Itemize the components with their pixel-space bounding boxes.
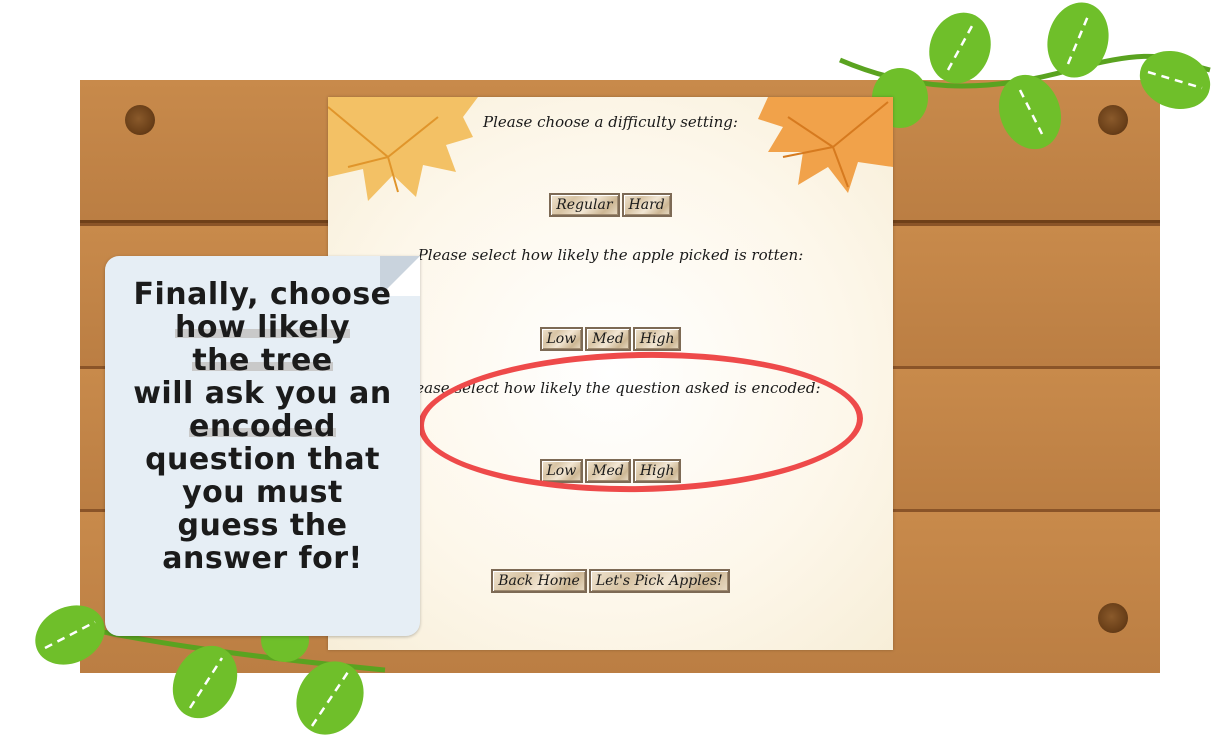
- rotten-low-button[interactable]: Low: [539, 327, 584, 351]
- rotten-high-button[interactable]: High: [632, 327, 682, 351]
- tutorial-line: will ask you an: [133, 376, 392, 411]
- tutorial-line: guess the: [177, 508, 348, 543]
- tutorial-line: answer for!: [162, 541, 363, 576]
- lets-pick-apples-button[interactable]: Let's Pick Apples!: [588, 569, 730, 593]
- tutorial-line: the tree: [105, 343, 420, 378]
- tutorial-line-text: how likely: [174, 310, 351, 345]
- rotten-med-button[interactable]: Med: [585, 327, 631, 351]
- tutorial-line: question that: [145, 442, 380, 477]
- back-home-button[interactable]: Back Home: [491, 569, 587, 593]
- autumn-leaf-icon: [758, 97, 893, 193]
- nail-icon: [125, 105, 155, 135]
- tutorial-line: how likely: [105, 310, 420, 345]
- tutorial-line-text: the tree: [192, 343, 333, 378]
- tutorial-text: Finally, choose how likely the tree will…: [105, 278, 420, 575]
- difficulty-prompt: Please choose a difficulty setting:: [483, 113, 738, 131]
- regular-button[interactable]: Regular: [549, 193, 620, 217]
- nail-icon: [1098, 603, 1128, 633]
- tutorial-line: you must: [182, 475, 343, 510]
- tutorial-line: encoded: [105, 409, 420, 444]
- difficulty-options: Regular Hard: [328, 193, 893, 217]
- tutorial-line-text: encoded: [189, 409, 336, 444]
- tutorial-line: Finally, choose: [133, 277, 392, 312]
- hard-button[interactable]: Hard: [621, 193, 672, 217]
- tutorial-note: Finally, choose how likely the tree will…: [105, 256, 420, 636]
